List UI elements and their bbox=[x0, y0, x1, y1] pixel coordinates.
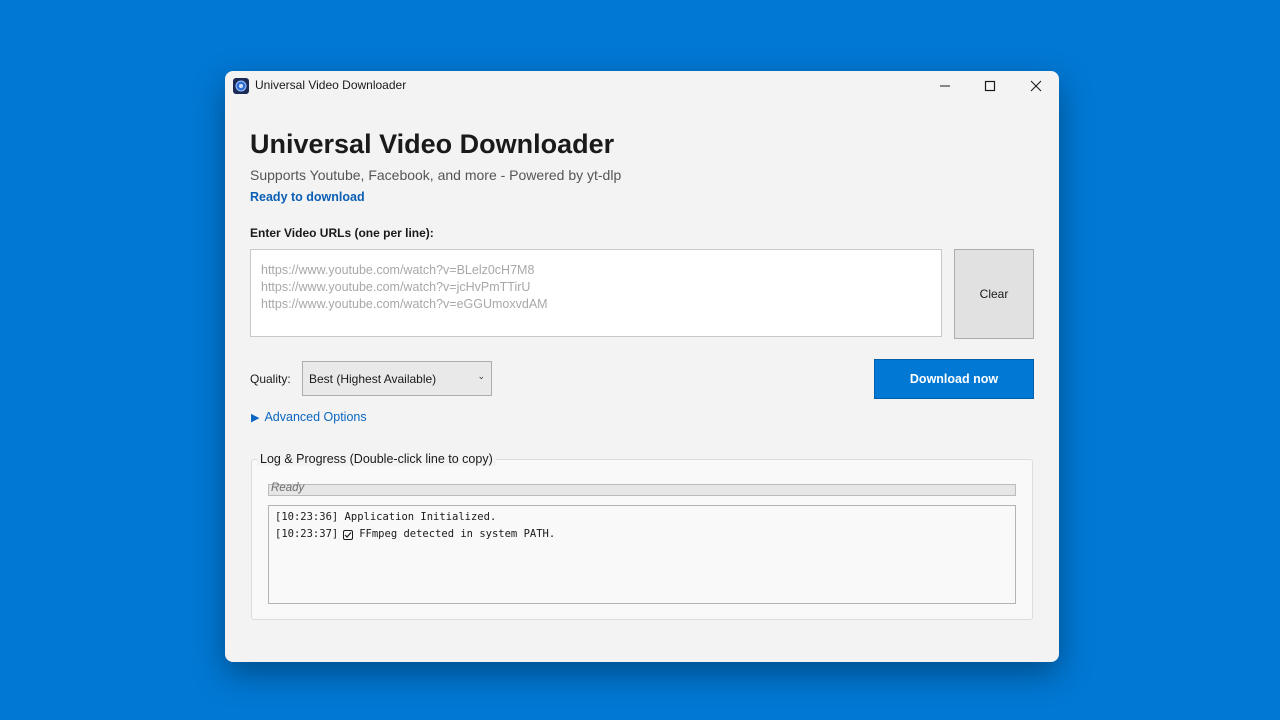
minimize-button[interactable] bbox=[922, 71, 968, 101]
maximize-button[interactable] bbox=[967, 71, 1013, 101]
chevron-down-icon: ⌄ bbox=[477, 371, 485, 381]
log-timestamp: [10:23:37] bbox=[275, 528, 339, 540]
checkbox-icon bbox=[343, 529, 354, 540]
url-placeholder-line: https://www.youtube.com/watch?v=BLelz0cH… bbox=[261, 263, 535, 277]
expand-triangle-icon: ▶ bbox=[251, 411, 260, 424]
minimize-icon bbox=[940, 85, 950, 87]
url-input-label: Enter Video URLs (one per line): bbox=[250, 226, 434, 240]
advanced-options-toggle[interactable]: ▶ Advanced Options bbox=[251, 410, 367, 424]
url-placeholder-line: https://www.youtube.com/watch?v=jcHvPmTT… bbox=[261, 280, 531, 294]
quality-label: Quality: bbox=[250, 372, 291, 386]
quality-selected-value: Best (Highest Available) bbox=[309, 371, 437, 386]
url-input[interactable]: https://www.youtube.com/watch?v=BLelz0cH… bbox=[250, 249, 942, 337]
url-placeholder-line: https://www.youtube.com/watch?v=eGGUmoxv… bbox=[261, 297, 548, 311]
advanced-options-label: Advanced Options bbox=[264, 410, 367, 424]
title-bar[interactable]: Universal Video Downloader bbox=[225, 71, 1059, 101]
download-button[interactable]: Download now bbox=[874, 359, 1034, 399]
progress-text: Ready bbox=[271, 482, 305, 494]
quality-select[interactable]: Best (Highest Available) ⌄ bbox=[302, 361, 492, 396]
app-icon bbox=[233, 78, 249, 94]
clear-button[interactable]: Clear bbox=[954, 249, 1034, 339]
close-icon bbox=[1030, 80, 1042, 92]
log-group-title: Log & Progress (Double-click line to cop… bbox=[257, 452, 496, 466]
log-line[interactable]: [10:23:36] Application Initialized. bbox=[275, 509, 1009, 526]
log-timestamp: [10:23:36] bbox=[275, 511, 339, 523]
progress-bar: Ready bbox=[268, 482, 1016, 496]
log-line[interactable]: [10:23:37] FFmpeg detected in system PAT… bbox=[275, 526, 1009, 543]
log-list[interactable]: [10:23:36] Application Initialized. [10:… bbox=[268, 505, 1016, 604]
status-text: Ready to download bbox=[250, 190, 365, 204]
maximize-icon bbox=[984, 80, 996, 92]
close-button[interactable] bbox=[1013, 71, 1059, 101]
log-message: FFmpeg detected in system PATH. bbox=[359, 528, 556, 540]
app-window: Universal Video Downloader Universal Vid… bbox=[225, 71, 1059, 662]
window-title: Universal Video Downloader bbox=[255, 78, 407, 92]
page-title: Universal Video Downloader bbox=[250, 129, 615, 159]
page-subtitle: Supports Youtube, Facebook, and more - P… bbox=[250, 167, 622, 183]
log-message: Application Initialized. bbox=[344, 511, 497, 523]
